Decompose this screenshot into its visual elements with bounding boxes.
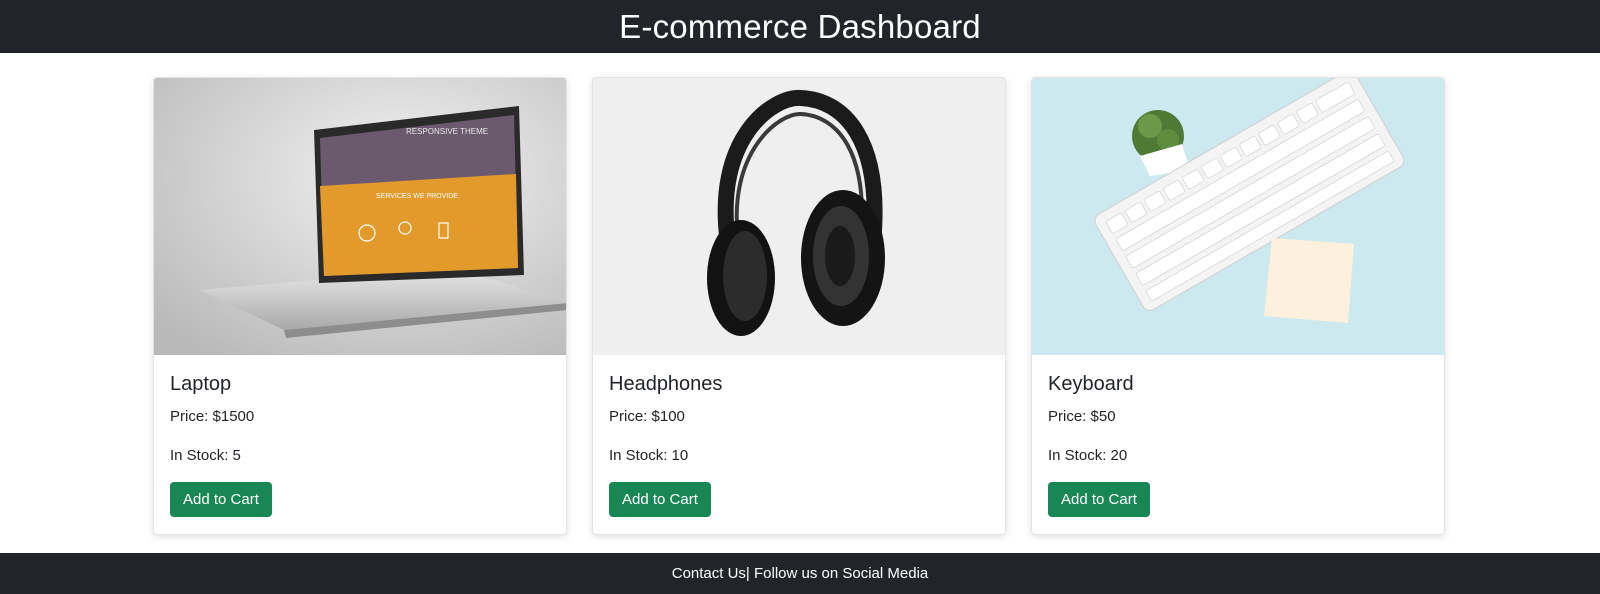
page-title: E-commerce Dashboard (619, 7, 981, 45)
product-name: Keyboard (1048, 373, 1134, 395)
page-header: E-commerce Dashboard (0, 0, 1600, 53)
product-stock: In Stock: 5 (170, 447, 241, 464)
laptop-screen-heading: RESPONSIVE THEME (406, 127, 488, 136)
add-to-cart-button-headphones[interactable]: Add to Cart (609, 482, 711, 517)
product-card-laptop: RESPONSIVE THEME SERVICES WE PROVIDE Lap… (153, 77, 567, 535)
product-price: Price: $1500 (170, 408, 255, 425)
product-card-keyboard: Keyboard Price: $50 In Stock: 20 Add to … (1031, 77, 1445, 535)
laptop-screen-sub: SERVICES WE PROVIDE (376, 193, 458, 200)
laptop-image: RESPONSIVE THEME SERVICES WE PROVIDE (154, 78, 566, 355)
product-card-headphones: Headphones Price: $100 In Stock: 10 Add … (592, 77, 1006, 535)
page-footer: Contact Us| Follow us on Social Media (0, 553, 1600, 594)
product-name: Laptop (170, 373, 232, 395)
product-price: Price: $100 (609, 408, 685, 425)
add-to-cart-button-keyboard[interactable]: Add to Cart (1048, 482, 1150, 517)
product-grid: RESPONSIVE THEME SERVICES WE PROVIDE Lap… (153, 77, 1445, 535)
product-price: Price: $50 (1048, 408, 1116, 425)
add-to-cart-button-laptop[interactable]: Add to Cart (170, 482, 272, 517)
product-stock: In Stock: 20 (1048, 447, 1128, 464)
keyboard-image (1032, 78, 1444, 355)
product-name: Headphones (609, 373, 723, 395)
footer-text: Contact Us| Follow us on Social Media (671, 565, 929, 582)
headphones-image (593, 78, 1005, 355)
product-stock: In Stock: 10 (609, 447, 689, 464)
